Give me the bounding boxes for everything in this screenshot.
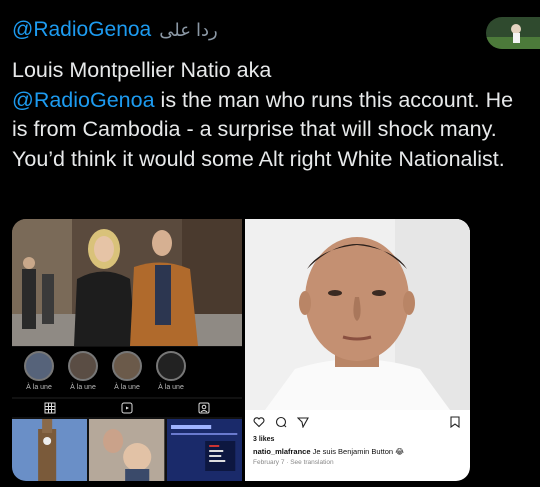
tweet-text: Louis Montpellier Natio aka @RadioGenoa … xyxy=(12,56,530,174)
post-date: February 7 xyxy=(253,459,285,466)
highlight-item[interactable]: À la une xyxy=(64,347,102,397)
author-avatar[interactable] xyxy=(486,17,540,49)
couple-photo xyxy=(12,219,242,346)
story-highlights: À la une À la une À la une À la une xyxy=(12,347,242,397)
tagged-icon[interactable] xyxy=(197,402,211,414)
reels-icon[interactable] xyxy=(120,402,134,414)
comment-icon[interactable] xyxy=(275,416,287,431)
grid-post[interactable] xyxy=(166,419,242,481)
replying-to: @RadioGenoa ردا على xyxy=(12,18,218,42)
media-image-instagram-profile[interactable]: À la une À la une À la une À la une xyxy=(12,219,242,481)
likes-count: 3 likes xyxy=(253,436,275,443)
highlight-item[interactable]: À la une xyxy=(152,347,190,397)
post-username[interactable]: natio_mlafrance xyxy=(253,447,311,456)
tweet-text-line-1: Louis Montpellier Natio aka xyxy=(12,58,272,82)
post-actions xyxy=(253,416,309,431)
media-image-instagram-post[interactable]: 3 likes natio_mlafrance Je suis Benjamin… xyxy=(245,219,470,481)
selfie-photo xyxy=(245,219,470,410)
highlight-thumbnail xyxy=(24,351,54,381)
profile-tabs xyxy=(12,399,242,417)
tweet-mention-link[interactable]: @RadioGenoa xyxy=(12,88,155,112)
post-date-row: February 7 · See translation xyxy=(253,459,334,466)
grid-post[interactable] xyxy=(89,419,165,481)
grid-post[interactable] xyxy=(12,419,88,481)
see-translation-link[interactable]: See translation xyxy=(290,459,333,466)
highlight-label: À la une xyxy=(114,384,140,391)
share-icon[interactable] xyxy=(296,416,309,431)
bookmark-icon[interactable] xyxy=(450,416,460,431)
reply-handle-link[interactable]: @RadioGenoa xyxy=(12,18,151,42)
post-caption: natio_mlafrance Je suis Benjamin Button … xyxy=(253,447,404,456)
highlight-thumbnail xyxy=(112,351,142,381)
highlight-item[interactable]: À la une xyxy=(108,347,146,397)
heart-icon[interactable] xyxy=(253,416,265,431)
highlight-thumbnail xyxy=(68,351,98,381)
replying-to-label: ردا على xyxy=(159,19,218,40)
highlight-thumbnail xyxy=(156,351,186,381)
caption-text: Je suis Benjamin Button xyxy=(312,447,394,456)
highlight-label: À la une xyxy=(158,384,184,391)
highlight-label: À la une xyxy=(70,384,96,391)
highlight-label: À la une xyxy=(26,384,52,391)
highlight-item[interactable]: À la une xyxy=(20,347,58,397)
emoji-icon: 😂 xyxy=(395,447,404,456)
post-grid xyxy=(12,419,242,481)
grid-icon[interactable] xyxy=(43,402,57,414)
